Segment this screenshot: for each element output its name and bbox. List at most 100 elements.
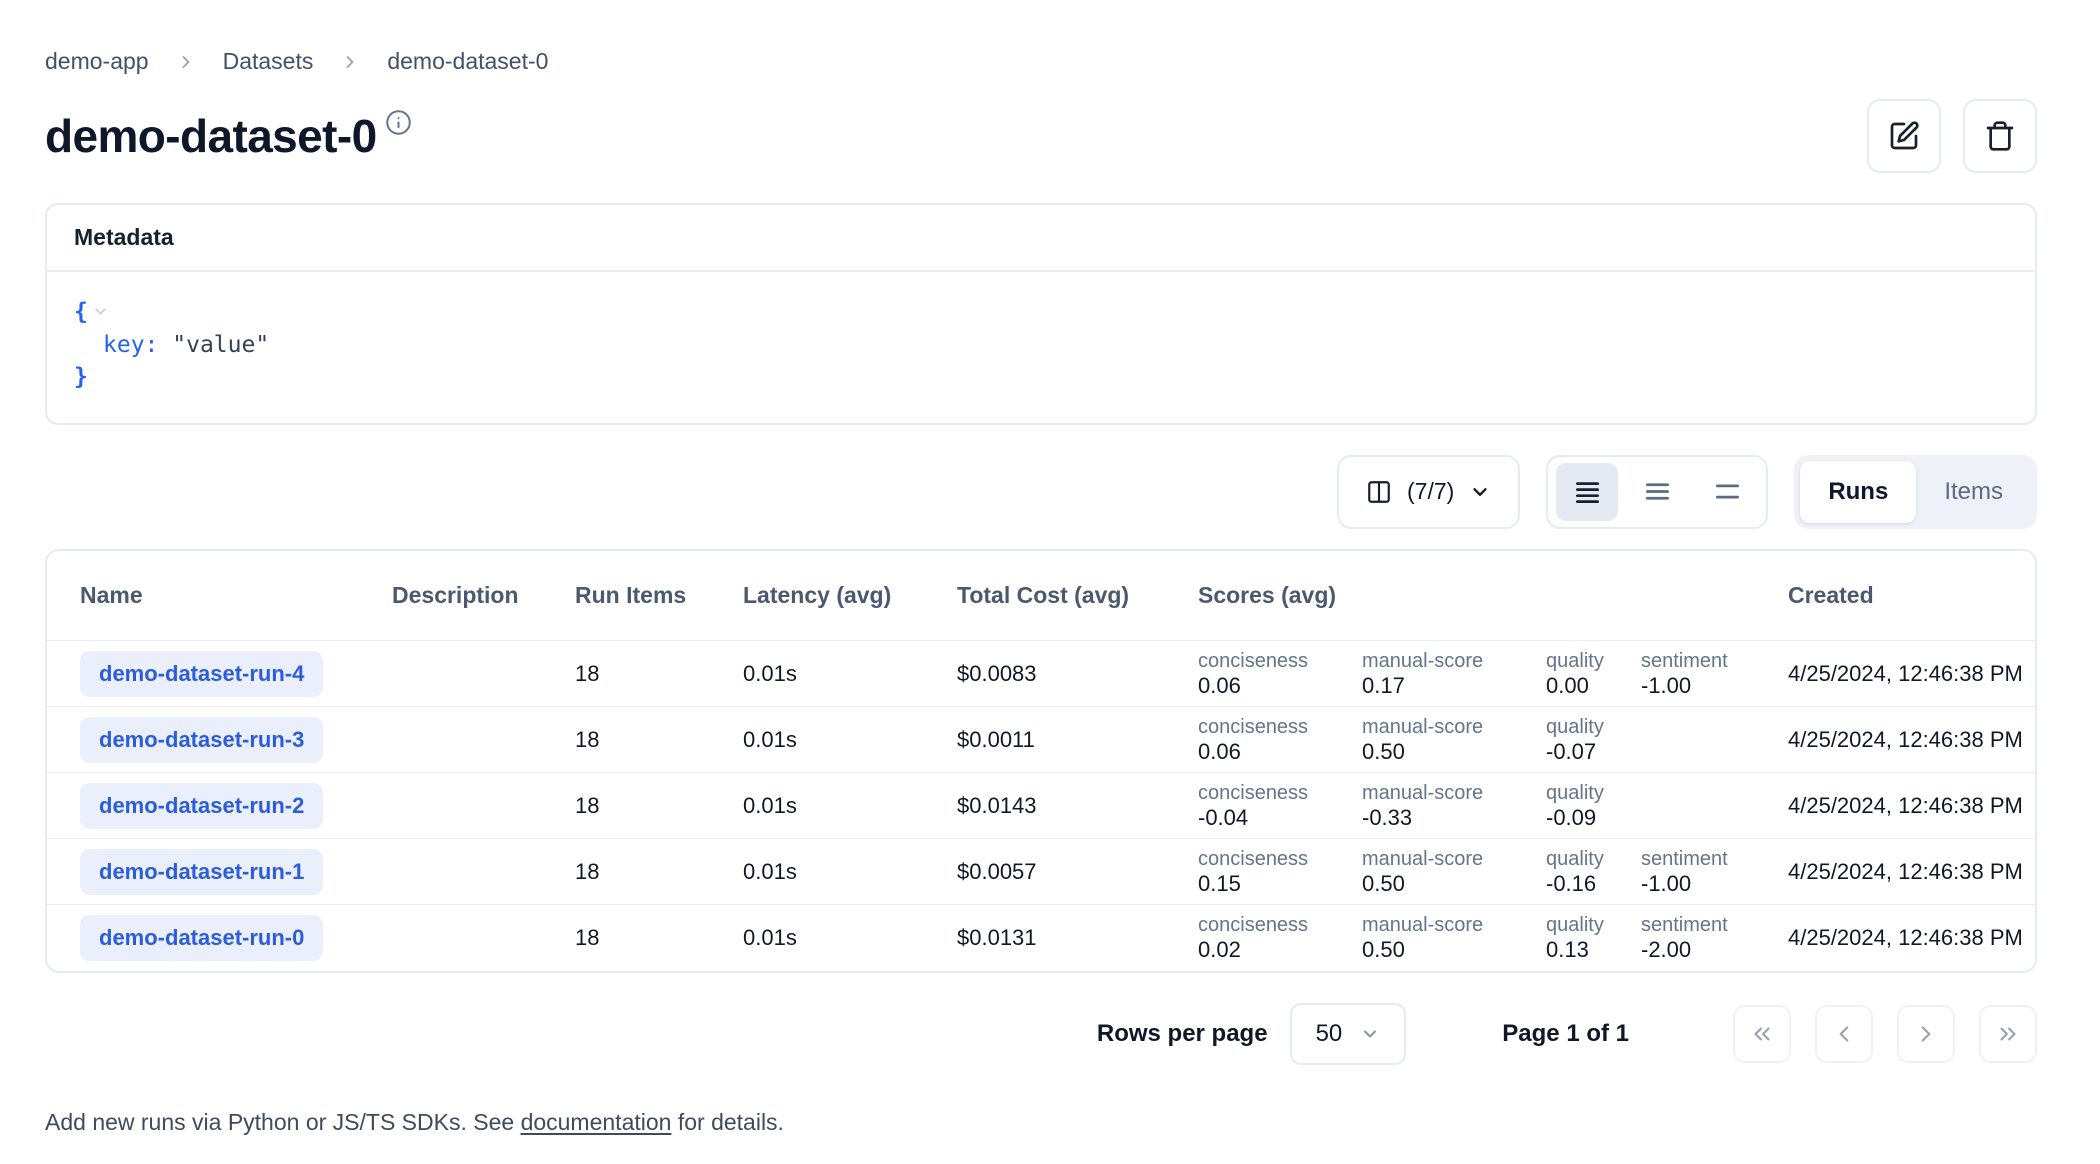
row-height-tall-button[interactable] bbox=[1696, 463, 1758, 521]
dataset-detail-page: demo-app Datasets demo-dataset-0 demo-da… bbox=[0, 0, 2100, 1136]
last-page-button[interactable] bbox=[1979, 1005, 2037, 1063]
table-header-row: Name Description Run Items Latency (avg)… bbox=[47, 551, 2037, 641]
edit-dataset-button[interactable] bbox=[1867, 99, 1941, 173]
row-height-tall-icon bbox=[1714, 478, 1741, 505]
total-cost-cell: $0.0011 bbox=[957, 707, 1198, 773]
prev-page-button[interactable] bbox=[1815, 1005, 1873, 1063]
description-cell bbox=[392, 707, 575, 773]
latency-cell: 0.01s bbox=[743, 839, 957, 905]
latency-cell: 0.01s bbox=[743, 641, 957, 707]
first-page-icon bbox=[1749, 1021, 1775, 1047]
metadata-json-viewer: { key: "value" } bbox=[47, 272, 2035, 423]
column-header-created: Created bbox=[1788, 551, 2037, 641]
score-label: quality bbox=[1546, 781, 1627, 805]
metadata-panel: Metadata { key: "value" } bbox=[45, 203, 2037, 425]
row-height-medium-button[interactable] bbox=[1626, 463, 1688, 521]
name-cell: demo-dataset-run-4 bbox=[47, 641, 392, 707]
score-label: quality bbox=[1546, 913, 1627, 937]
score-label: manual-score bbox=[1362, 715, 1532, 739]
created-cell: 4/25/2024, 12:46:38 PM bbox=[1788, 905, 2037, 971]
score-value: 0.06 bbox=[1198, 739, 1348, 765]
score-cell-entry: sentiment-1.00 bbox=[1641, 847, 1728, 897]
pagination-bar: Rows per page 50 Page 1 of 1 bbox=[45, 1003, 2037, 1065]
latency-cell: 0.01s bbox=[743, 773, 957, 839]
score-label: conciseness bbox=[1198, 649, 1348, 673]
run-link[interactable]: demo-dataset-run-1 bbox=[80, 849, 323, 895]
collapse-chevron-icon[interactable] bbox=[92, 300, 109, 326]
score-label: manual-score bbox=[1362, 913, 1532, 937]
scores-cell: conciseness0.06manual-score0.17quality0.… bbox=[1198, 641, 1788, 707]
next-page-icon bbox=[1913, 1021, 1939, 1047]
tab-runs[interactable]: Runs bbox=[1800, 461, 1916, 523]
rows-per-page-select[interactable]: 50 bbox=[1290, 1003, 1407, 1065]
score-label: quality bbox=[1546, 847, 1627, 871]
score-label: sentiment bbox=[1641, 913, 1728, 937]
run-link[interactable]: demo-dataset-run-0 bbox=[80, 915, 323, 961]
column-visibility-button[interactable]: (7/7) bbox=[1337, 455, 1520, 529]
breadcrumb-item-current[interactable]: demo-dataset-0 bbox=[387, 48, 548, 75]
table-row[interactable]: demo-dataset-run-3180.01s$0.0011concisen… bbox=[47, 707, 2037, 773]
breadcrumb-item-project[interactable]: demo-app bbox=[45, 48, 149, 75]
table-row[interactable]: demo-dataset-run-0180.01s$0.0131concisen… bbox=[47, 905, 2037, 971]
score-value: -2.00 bbox=[1641, 937, 1728, 963]
title-actions bbox=[1867, 99, 2037, 173]
score-label: quality bbox=[1546, 649, 1627, 673]
columns-icon bbox=[1366, 479, 1392, 505]
score-cell-entry: conciseness0.02 bbox=[1198, 913, 1348, 963]
latency-cell: 0.01s bbox=[743, 707, 957, 773]
breadcrumb-item-datasets[interactable]: Datasets bbox=[223, 48, 314, 75]
score-cell-entry: conciseness0.15 bbox=[1198, 847, 1348, 897]
description-cell bbox=[392, 905, 575, 971]
sdk-hint: Add new runs via Python or JS/TS SDKs. S… bbox=[45, 1109, 2037, 1136]
score-cell-entry: manual-score0.50 bbox=[1362, 847, 1532, 897]
name-cell: demo-dataset-run-1 bbox=[47, 839, 392, 905]
column-header-description: Description bbox=[392, 551, 575, 641]
json-value: "value" bbox=[172, 332, 269, 358]
score-cell-entry: conciseness-0.04 bbox=[1198, 781, 1348, 831]
run-link[interactable]: demo-dataset-run-4 bbox=[80, 651, 323, 697]
page-status: Page 1 of 1 bbox=[1502, 1020, 1629, 1048]
latency-cell: 0.01s bbox=[743, 905, 957, 971]
json-open-brace: { bbox=[74, 299, 88, 325]
run-items-cell: 18 bbox=[575, 707, 743, 773]
score-cell-entry: quality-0.07 bbox=[1546, 715, 1627, 765]
run-link[interactable]: demo-dataset-run-3 bbox=[80, 717, 323, 763]
total-cost-cell: $0.0083 bbox=[957, 641, 1198, 707]
breadcrumb-separator-icon bbox=[176, 52, 196, 72]
chevron-down-icon bbox=[1469, 481, 1491, 503]
score-cell-entry: manual-score0.50 bbox=[1362, 913, 1532, 963]
tab-items[interactable]: Items bbox=[1916, 461, 2031, 523]
created-cell: 4/25/2024, 12:46:38 PM bbox=[1788, 641, 2037, 707]
score-label: sentiment bbox=[1641, 847, 1728, 871]
title-row: demo-dataset-0 bbox=[45, 99, 2037, 173]
score-value: -1.00 bbox=[1641, 673, 1728, 699]
json-line: { bbox=[74, 296, 2008, 329]
score-cell-entry: quality-0.09 bbox=[1546, 781, 1627, 831]
column-header-latency: Latency (avg) bbox=[743, 551, 957, 641]
first-page-button[interactable] bbox=[1733, 1005, 1791, 1063]
score-value: -0.16 bbox=[1546, 871, 1627, 897]
score-value: 0.17 bbox=[1362, 673, 1532, 699]
table-row[interactable]: demo-dataset-run-4180.01s$0.0083concisen… bbox=[47, 641, 2037, 707]
row-height-medium-icon bbox=[1644, 478, 1671, 505]
total-cost-cell: $0.0131 bbox=[957, 905, 1198, 971]
info-icon[interactable] bbox=[385, 109, 412, 136]
row-height-toggle-group bbox=[1546, 455, 1768, 529]
prev-page-icon bbox=[1831, 1021, 1857, 1047]
total-cost-cell: $0.0057 bbox=[957, 839, 1198, 905]
description-cell bbox=[392, 839, 575, 905]
rows-per-page-value: 50 bbox=[1316, 1020, 1343, 1048]
delete-dataset-button[interactable] bbox=[1963, 99, 2037, 173]
run-link[interactable]: demo-dataset-run-2 bbox=[80, 783, 323, 829]
sdk-hint-text-before: Add new runs via Python or JS/TS SDKs. S… bbox=[45, 1109, 521, 1135]
table-row[interactable]: demo-dataset-run-2180.01s$0.0143concisen… bbox=[47, 773, 2037, 839]
table-row[interactable]: demo-dataset-run-1180.01s$0.0057concisen… bbox=[47, 839, 2037, 905]
column-header-scores: Scores (avg) bbox=[1198, 551, 1788, 641]
documentation-link[interactable]: documentation bbox=[521, 1109, 672, 1135]
runs-table: Name Description Run Items Latency (avg)… bbox=[45, 549, 2037, 973]
score-label: conciseness bbox=[1198, 913, 1348, 937]
row-height-dense-button[interactable] bbox=[1556, 463, 1618, 521]
column-header-run-items: Run Items bbox=[575, 551, 743, 641]
page-title: demo-dataset-0 bbox=[45, 111, 377, 162]
next-page-button[interactable] bbox=[1897, 1005, 1955, 1063]
